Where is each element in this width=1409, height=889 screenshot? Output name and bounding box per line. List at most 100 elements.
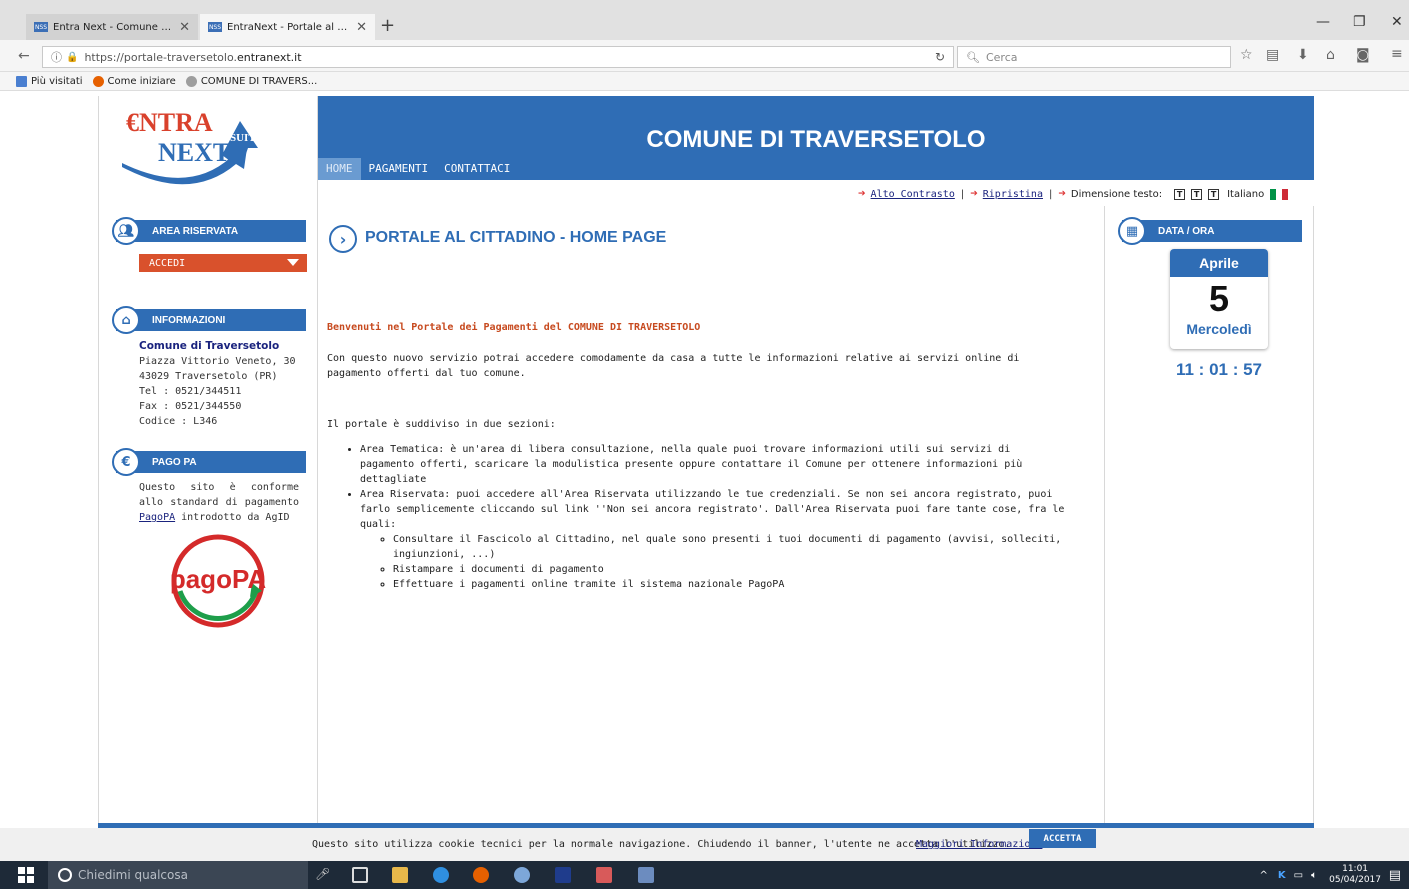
clock-tray[interactable]: 11:01 05/04/2017 bbox=[1329, 864, 1381, 886]
home-icon: ⌂ bbox=[112, 306, 140, 334]
url-prefix: https://portale-traversetolo. bbox=[84, 50, 237, 64]
minimize-icon[interactable]: — bbox=[1316, 14, 1330, 30]
cookie-more-info-link[interactable]: Maggiori Informazioni bbox=[916, 839, 1042, 850]
search-icon: 🔍︎ bbox=[966, 50, 980, 64]
high-contrast-link[interactable]: Alto Contrasto bbox=[871, 189, 955, 200]
list-item: Area Riservata: puoi accedere all'Area R… bbox=[360, 487, 1067, 592]
pagopa-title: PAGO PA bbox=[152, 456, 197, 468]
download-icon[interactable]: ⬇ bbox=[1297, 47, 1309, 63]
pocket-icon[interactable]: ◙ bbox=[1356, 47, 1370, 63]
sub-list-item: Ristampare i documenti di pagamento bbox=[393, 562, 1067, 577]
site-title: COMUNE DI TRAVERSETOLO bbox=[646, 126, 986, 153]
calendar-icon: ▦ bbox=[1118, 217, 1146, 245]
pagopa-text-after: introdotto da AgID bbox=[175, 512, 290, 523]
cookie-text: Questo sito utilizza cookie tecnici per … bbox=[312, 839, 1011, 850]
arrow-icon: ➔ bbox=[858, 189, 866, 199]
users-icon: 👥︎ bbox=[112, 217, 140, 245]
windows-taskbar: Chiedimi qualcosa 🎤︎ ^ K ▭ 🔈︎ 11:01 05/0… bbox=[0, 861, 1409, 889]
lock-icon: 🔒 bbox=[66, 51, 79, 63]
chevron-up-icon[interactable]: ^ bbox=[1260, 870, 1268, 881]
menu-home[interactable]: HOME bbox=[318, 158, 361, 180]
close-tab-icon[interactable]: ✕ bbox=[179, 20, 190, 35]
reload-icon[interactable]: ↻ bbox=[935, 50, 945, 64]
edge-icon[interactable] bbox=[433, 867, 449, 883]
chevron-right-icon: › bbox=[329, 225, 357, 253]
restore-link[interactable]: Ripristina bbox=[983, 189, 1043, 200]
bookmark-label: Più visitati bbox=[31, 75, 83, 87]
bookmark-star-icon[interactable]: ☆ bbox=[1240, 47, 1253, 63]
browser-tab-1[interactable]: NSS Entra Next - Comune di Tr... ✕ bbox=[26, 14, 198, 40]
bookmark-comune[interactable]: COMUNE DI TRAVERS... bbox=[185, 75, 317, 87]
bookmarks-bar: Più visitati Come iniziare COMUNE DI TRA… bbox=[0, 72, 1409, 91]
restore-icon[interactable]: ❐ bbox=[1353, 14, 1366, 30]
folder-icon bbox=[16, 75, 27, 87]
url-host: entranext.it bbox=[236, 50, 302, 64]
menu-pagamenti[interactable]: PAGAMENTI bbox=[361, 158, 437, 180]
italian-flag-icon[interactable] bbox=[1270, 188, 1289, 200]
app-icon[interactable] bbox=[514, 867, 530, 883]
microphone-icon[interactable]: 🎤︎ bbox=[315, 867, 331, 883]
phone-line: Tel : 0521/344511 bbox=[139, 386, 242, 397]
calendar-weekday: Mercoledì bbox=[1186, 321, 1252, 337]
sections-intro: Il portale è suddiviso in due sezioni: bbox=[327, 419, 556, 430]
search-bar[interactable]: 🔍︎ Cerca bbox=[957, 46, 1231, 68]
language-label[interactable]: Italiano bbox=[1227, 189, 1264, 200]
system-tray: ^ K ▭ 🔈︎ 11:01 05/04/2017 ▤ bbox=[1260, 861, 1409, 889]
address-bar[interactable]: ⓘ 🔒 https://portale-traversetolo. entrane… bbox=[42, 46, 954, 68]
area-riservata-header: AREA RISERVATA bbox=[116, 220, 306, 242]
calendar-widget: Aprile 5 Mercoledì bbox=[1170, 249, 1268, 349]
accessibility-bar: ➔ Alto Contrasto | ➔ Ripristina | ➔ Dime… bbox=[858, 187, 1289, 201]
contact-info: Comune di Traversetolo Piazza Vittorio V… bbox=[139, 339, 296, 429]
menu-contattaci[interactable]: CONTATTACI bbox=[436, 158, 518, 180]
info-icon[interactable]: ⓘ bbox=[51, 49, 62, 65]
chevron-down-icon bbox=[287, 259, 299, 266]
cookie-banner: Questo sito utilizza cookie tecnici per … bbox=[0, 828, 1409, 861]
firefox-icon bbox=[92, 75, 104, 87]
clipboard-icon[interactable]: ▤ bbox=[1266, 47, 1279, 63]
windows-start-icon[interactable] bbox=[18, 867, 34, 883]
pagopa-logo[interactable]: pagoPA bbox=[166, 531, 270, 631]
separator: | bbox=[960, 188, 965, 200]
pagopa-link[interactable]: PagoPA bbox=[139, 512, 175, 523]
text-size-small-button[interactable]: T bbox=[1174, 188, 1186, 200]
volume-icon[interactable]: 🔈︎ bbox=[1311, 870, 1317, 881]
close-tab-icon[interactable]: ✕ bbox=[356, 20, 367, 35]
browser-tab-2[interactable]: NSS EntraNext - Portale al citta... ✕ bbox=[200, 14, 375, 40]
accedi-dropdown[interactable]: ACCEDI bbox=[139, 254, 307, 272]
network-icon[interactable]: ▭ bbox=[1294, 870, 1303, 881]
entranext-logo[interactable]: €NTRA NEXT SUITE bbox=[118, 103, 278, 199]
cortana-search[interactable]: Chiedimi qualcosa bbox=[48, 861, 308, 889]
close-window-icon[interactable]: ✕ bbox=[1391, 14, 1403, 30]
new-tab-button[interactable]: + bbox=[380, 15, 395, 36]
file-explorer-icon[interactable] bbox=[392, 867, 408, 883]
bookmark-most-visited[interactable]: Più visitati bbox=[16, 75, 83, 87]
top-menu: HOME PAGAMENTI CONTATTACI bbox=[318, 158, 518, 180]
back-icon[interactable]: ← bbox=[18, 48, 30, 64]
fax-line: Fax : 0521/344550 bbox=[139, 401, 242, 412]
accept-cookie-button[interactable]: ACCETTA bbox=[1029, 829, 1096, 848]
app-icon[interactable] bbox=[638, 867, 654, 883]
site-header: COMUNE DI TRAVERSETOLO HOME PAGAMENTI CO… bbox=[318, 96, 1314, 180]
notifications-icon[interactable]: ▤ bbox=[1389, 868, 1401, 883]
text-size-label: Dimensione testo: bbox=[1070, 188, 1163, 200]
pagopa-description: Questo sito è conforme allo standard di … bbox=[139, 480, 299, 525]
tab-title: EntraNext - Portale al citta... bbox=[227, 21, 350, 33]
home-icon[interactable]: ⌂ bbox=[1326, 47, 1335, 63]
text-size-large-button[interactable]: T bbox=[1208, 188, 1220, 200]
firefox-icon[interactable] bbox=[473, 867, 489, 883]
welcome-heading: Benvenuti nel Portale dei Pagamenti del … bbox=[327, 322, 701, 333]
arrow-icon: ➔ bbox=[1058, 189, 1066, 199]
separator: | bbox=[1048, 188, 1053, 200]
cortana-icon bbox=[58, 868, 72, 882]
code-line: Codice : L346 bbox=[139, 416, 218, 427]
org-name: Comune di Traversetolo bbox=[139, 340, 280, 352]
app-icon[interactable] bbox=[555, 867, 571, 883]
app-icon[interactable] bbox=[596, 867, 612, 883]
menu-icon[interactable]: ≡ bbox=[1391, 46, 1403, 62]
globe-icon bbox=[185, 75, 197, 87]
text-size-medium-button[interactable]: T bbox=[1191, 188, 1203, 200]
app-tray-icon[interactable]: K bbox=[1278, 870, 1286, 881]
task-view-icon[interactable] bbox=[352, 867, 368, 883]
logo-text-suite: SUITE bbox=[230, 132, 263, 144]
bookmark-getting-started[interactable]: Come iniziare bbox=[92, 75, 176, 87]
